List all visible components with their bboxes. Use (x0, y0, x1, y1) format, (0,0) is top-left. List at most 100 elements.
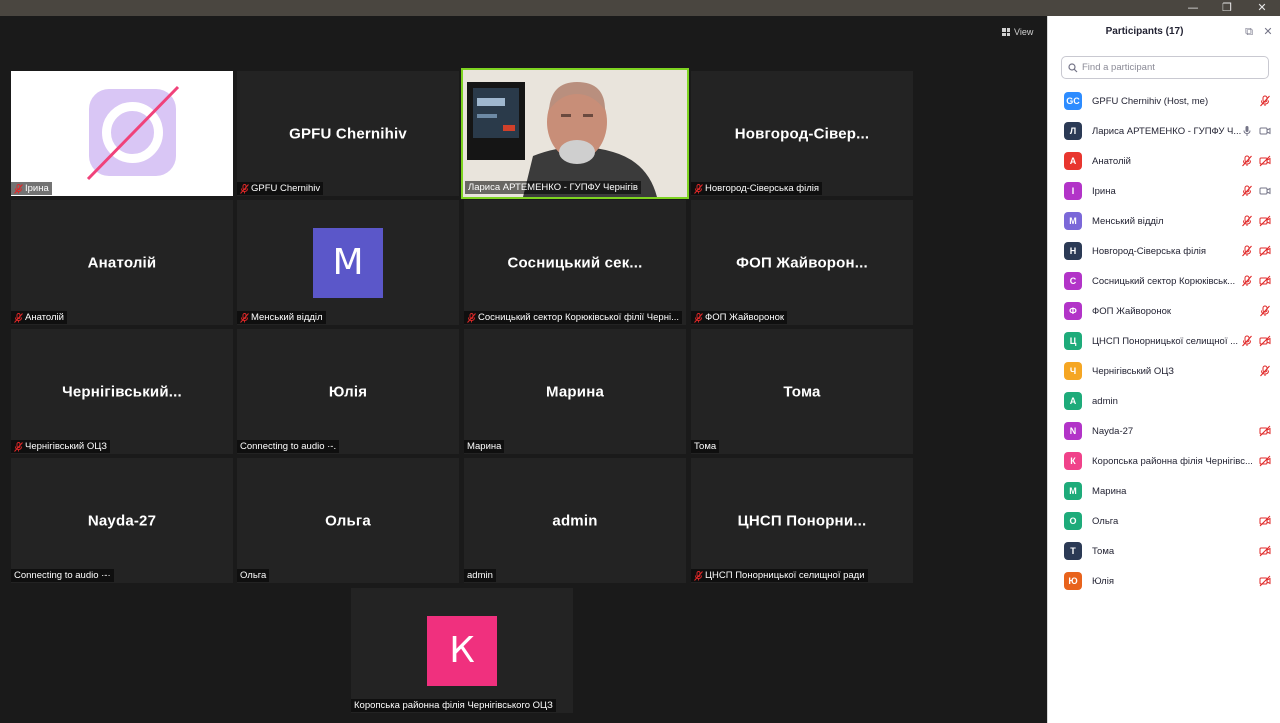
participant-name: Ольга (1092, 515, 1119, 527)
mic-muted-icon (694, 183, 703, 194)
participant-row[interactable]: Т Тома (1048, 536, 1280, 566)
video-icon (1259, 127, 1271, 135)
participant-status-icons (1241, 245, 1271, 257)
tile-display-name: Тома (783, 383, 821, 400)
tile-caption: Connecting to audio ·-· (11, 569, 114, 582)
video-tile-nayda[interactable]: Nayda-27 Connecting to audio ·-· (11, 458, 233, 583)
participant-name: Коропська районна філія Чернігівс... (1092, 455, 1252, 467)
video-tile-toma[interactable]: Тома Тома (691, 329, 913, 454)
participant-status-icons (1241, 215, 1271, 227)
video-tile-tsnsp[interactable]: ЦНСП Понорни... ЦНСП Понорницької селищн… (691, 458, 913, 583)
minimize-button[interactable]: — (1176, 0, 1210, 16)
participant-status-icons (1259, 425, 1271, 437)
participant-row[interactable]: С Сосницький сектор Корюківськ... (1048, 266, 1280, 296)
tile-display-name: Сосницький сек... (507, 254, 643, 271)
participant-row[interactable]: Ц ЦНСП Понорницької селищної ... (1048, 326, 1280, 356)
tile-display-name: Юлія (328, 383, 368, 400)
participant-name: ФОП Жайворонок (1092, 305, 1172, 317)
tile-caption: Чернігівський ОЦЗ (11, 440, 111, 453)
video-tile-larysa-active-speaker[interactable]: Лариса АРТЕМЕНКО - ГУПФУ Чернігів (461, 68, 689, 199)
video-tile-fop[interactable]: ФОП Жайворон... ФОП Жайворонок (691, 200, 913, 325)
restore-button[interactable]: ❐ (1210, 0, 1244, 16)
video-tile-gpfu-chernihiv[interactable]: GPFU Chernihiv GPFU Chernihiv (237, 71, 459, 196)
video-off-icon (1259, 455, 1271, 467)
tile-display-name: Ольга (325, 512, 371, 529)
participant-status-icons (1241, 275, 1271, 287)
close-button[interactable]: ✕ (1245, 0, 1279, 16)
participant-status-icons (1259, 305, 1271, 317)
mic-muted-icon (14, 441, 23, 452)
search-icon (1068, 62, 1078, 72)
participant-name: admin (1092, 395, 1118, 407)
tile-caption: Новгород-Сіверська філія (691, 182, 822, 195)
view-button[interactable]: View (1002, 24, 1033, 40)
participant-name: Сосницький сектор Корюківськ... (1092, 275, 1236, 287)
participant-search[interactable] (1061, 56, 1269, 79)
participant-status-icons (1259, 545, 1271, 557)
video-tile-anatoliy[interactable]: Анатолій Анатолій (11, 200, 233, 325)
video-tile-sosnytskyi[interactable]: Сосницький сек... Сосницький сектор Корю… (464, 200, 686, 325)
participant-avatar: М (1064, 482, 1082, 500)
video-off-icon (1259, 245, 1271, 257)
video-tile-menskyi[interactable]: М Менський відділ (237, 200, 459, 325)
panel-title: Participants (17) (1105, 26, 1184, 37)
participant-status-icons (1259, 575, 1271, 587)
participant-avatar: І (1064, 182, 1082, 200)
participant-name: Тома (1092, 545, 1115, 557)
video-off-icon (1259, 335, 1271, 347)
tile-display-name: ЦНСП Понорни... (737, 512, 867, 529)
participant-row[interactable]: Ю Юлія (1048, 566, 1280, 596)
video-off-icon (1259, 575, 1271, 587)
participant-avatar: Ю (1064, 572, 1082, 590)
tile-display-name: Анатолій (87, 254, 157, 271)
participant-row[interactable]: О Ольга (1048, 506, 1280, 536)
participant-name: Анатолій (1092, 155, 1131, 167)
tile-caption: ФОП Жайворонок (691, 311, 788, 324)
participant-row[interactable]: Н Новгород-Сіверська філія (1048, 236, 1280, 266)
video-tile-olga[interactable]: Ольга Ольга (237, 458, 459, 583)
participant-row[interactable]: К Коропська районна філія Чернігівс... (1048, 446, 1280, 476)
participant-name: Марина (1092, 485, 1127, 497)
close-panel-icon[interactable]: ✕ (1262, 26, 1274, 38)
participant-status-icons (1259, 365, 1271, 377)
mic-muted-icon (14, 312, 23, 323)
video-tile-chernihivskyi[interactable]: Чернігівський... Чернігівський ОЦЗ (11, 329, 233, 454)
participant-status-icons (1241, 155, 1271, 167)
mic-muted-icon (694, 570, 703, 581)
participant-row[interactable]: N Nayda-27 (1048, 416, 1280, 446)
participant-row[interactable]: Л Лариса АРТЕМЕНКО - ГУПФУ Ч... (1048, 116, 1280, 146)
participant-name: Менський відділ (1092, 215, 1164, 227)
participant-row[interactable]: І Ірина (1048, 176, 1280, 206)
participant-avatar: К (1064, 452, 1082, 470)
grid-icon (1002, 28, 1010, 36)
tile-caption: Лариса АРТЕМЕНКО - ГУПФУ Чернігів (465, 181, 641, 194)
participant-avatar: Ч (1064, 362, 1082, 380)
participant-name: Новгород-Сіверська філія (1092, 245, 1206, 257)
participant-row[interactable]: GC GPFU Chernihiv (Host, me) (1048, 86, 1280, 116)
video-tile-maryna[interactable]: Марина Марина (464, 329, 686, 454)
popout-icon[interactable]: ⧉ (1243, 26, 1255, 38)
video-tile-admin[interactable]: admin admin (464, 458, 686, 583)
participant-name: GPFU Chernihiv (Host, me) (1092, 95, 1209, 107)
video-off-icon (1259, 215, 1271, 227)
video-tile-novgorod[interactable]: Новгород-Сівер... Новгород-Сіверська філ… (691, 71, 913, 196)
participant-row[interactable]: М Марина (1048, 476, 1280, 506)
view-label: View (1014, 27, 1034, 37)
participant-avatar: С (1064, 272, 1082, 290)
video-off-icon (1259, 545, 1271, 557)
participant-row[interactable]: А Анатолій (1048, 146, 1280, 176)
participant-row[interactable]: Aadmin (1048, 386, 1280, 416)
video-tile-iryna[interactable]: Ірина (11, 71, 233, 196)
video-tile-koropska[interactable]: К Коропська районна філія Чернігівського… (351, 588, 573, 713)
video-tile-yulia[interactable]: Юлія Connecting to audio ·-. (237, 329, 459, 454)
mic-muted-icon (467, 312, 476, 323)
search-input[interactable] (1082, 62, 1262, 73)
tile-display-name: ФОП Жайворон... (736, 254, 868, 271)
tile-caption: Менський відділ (237, 311, 326, 324)
participant-row[interactable]: Ф ФОП Жайворонок (1048, 296, 1280, 326)
participant-row[interactable]: Ч Чернігівський ОЦЗ (1048, 356, 1280, 386)
participant-row[interactable]: М Менський відділ (1048, 206, 1280, 236)
mic-muted-icon (694, 312, 703, 323)
participant-status-icons (1241, 125, 1271, 137)
participant-avatar: Л (1064, 122, 1082, 140)
